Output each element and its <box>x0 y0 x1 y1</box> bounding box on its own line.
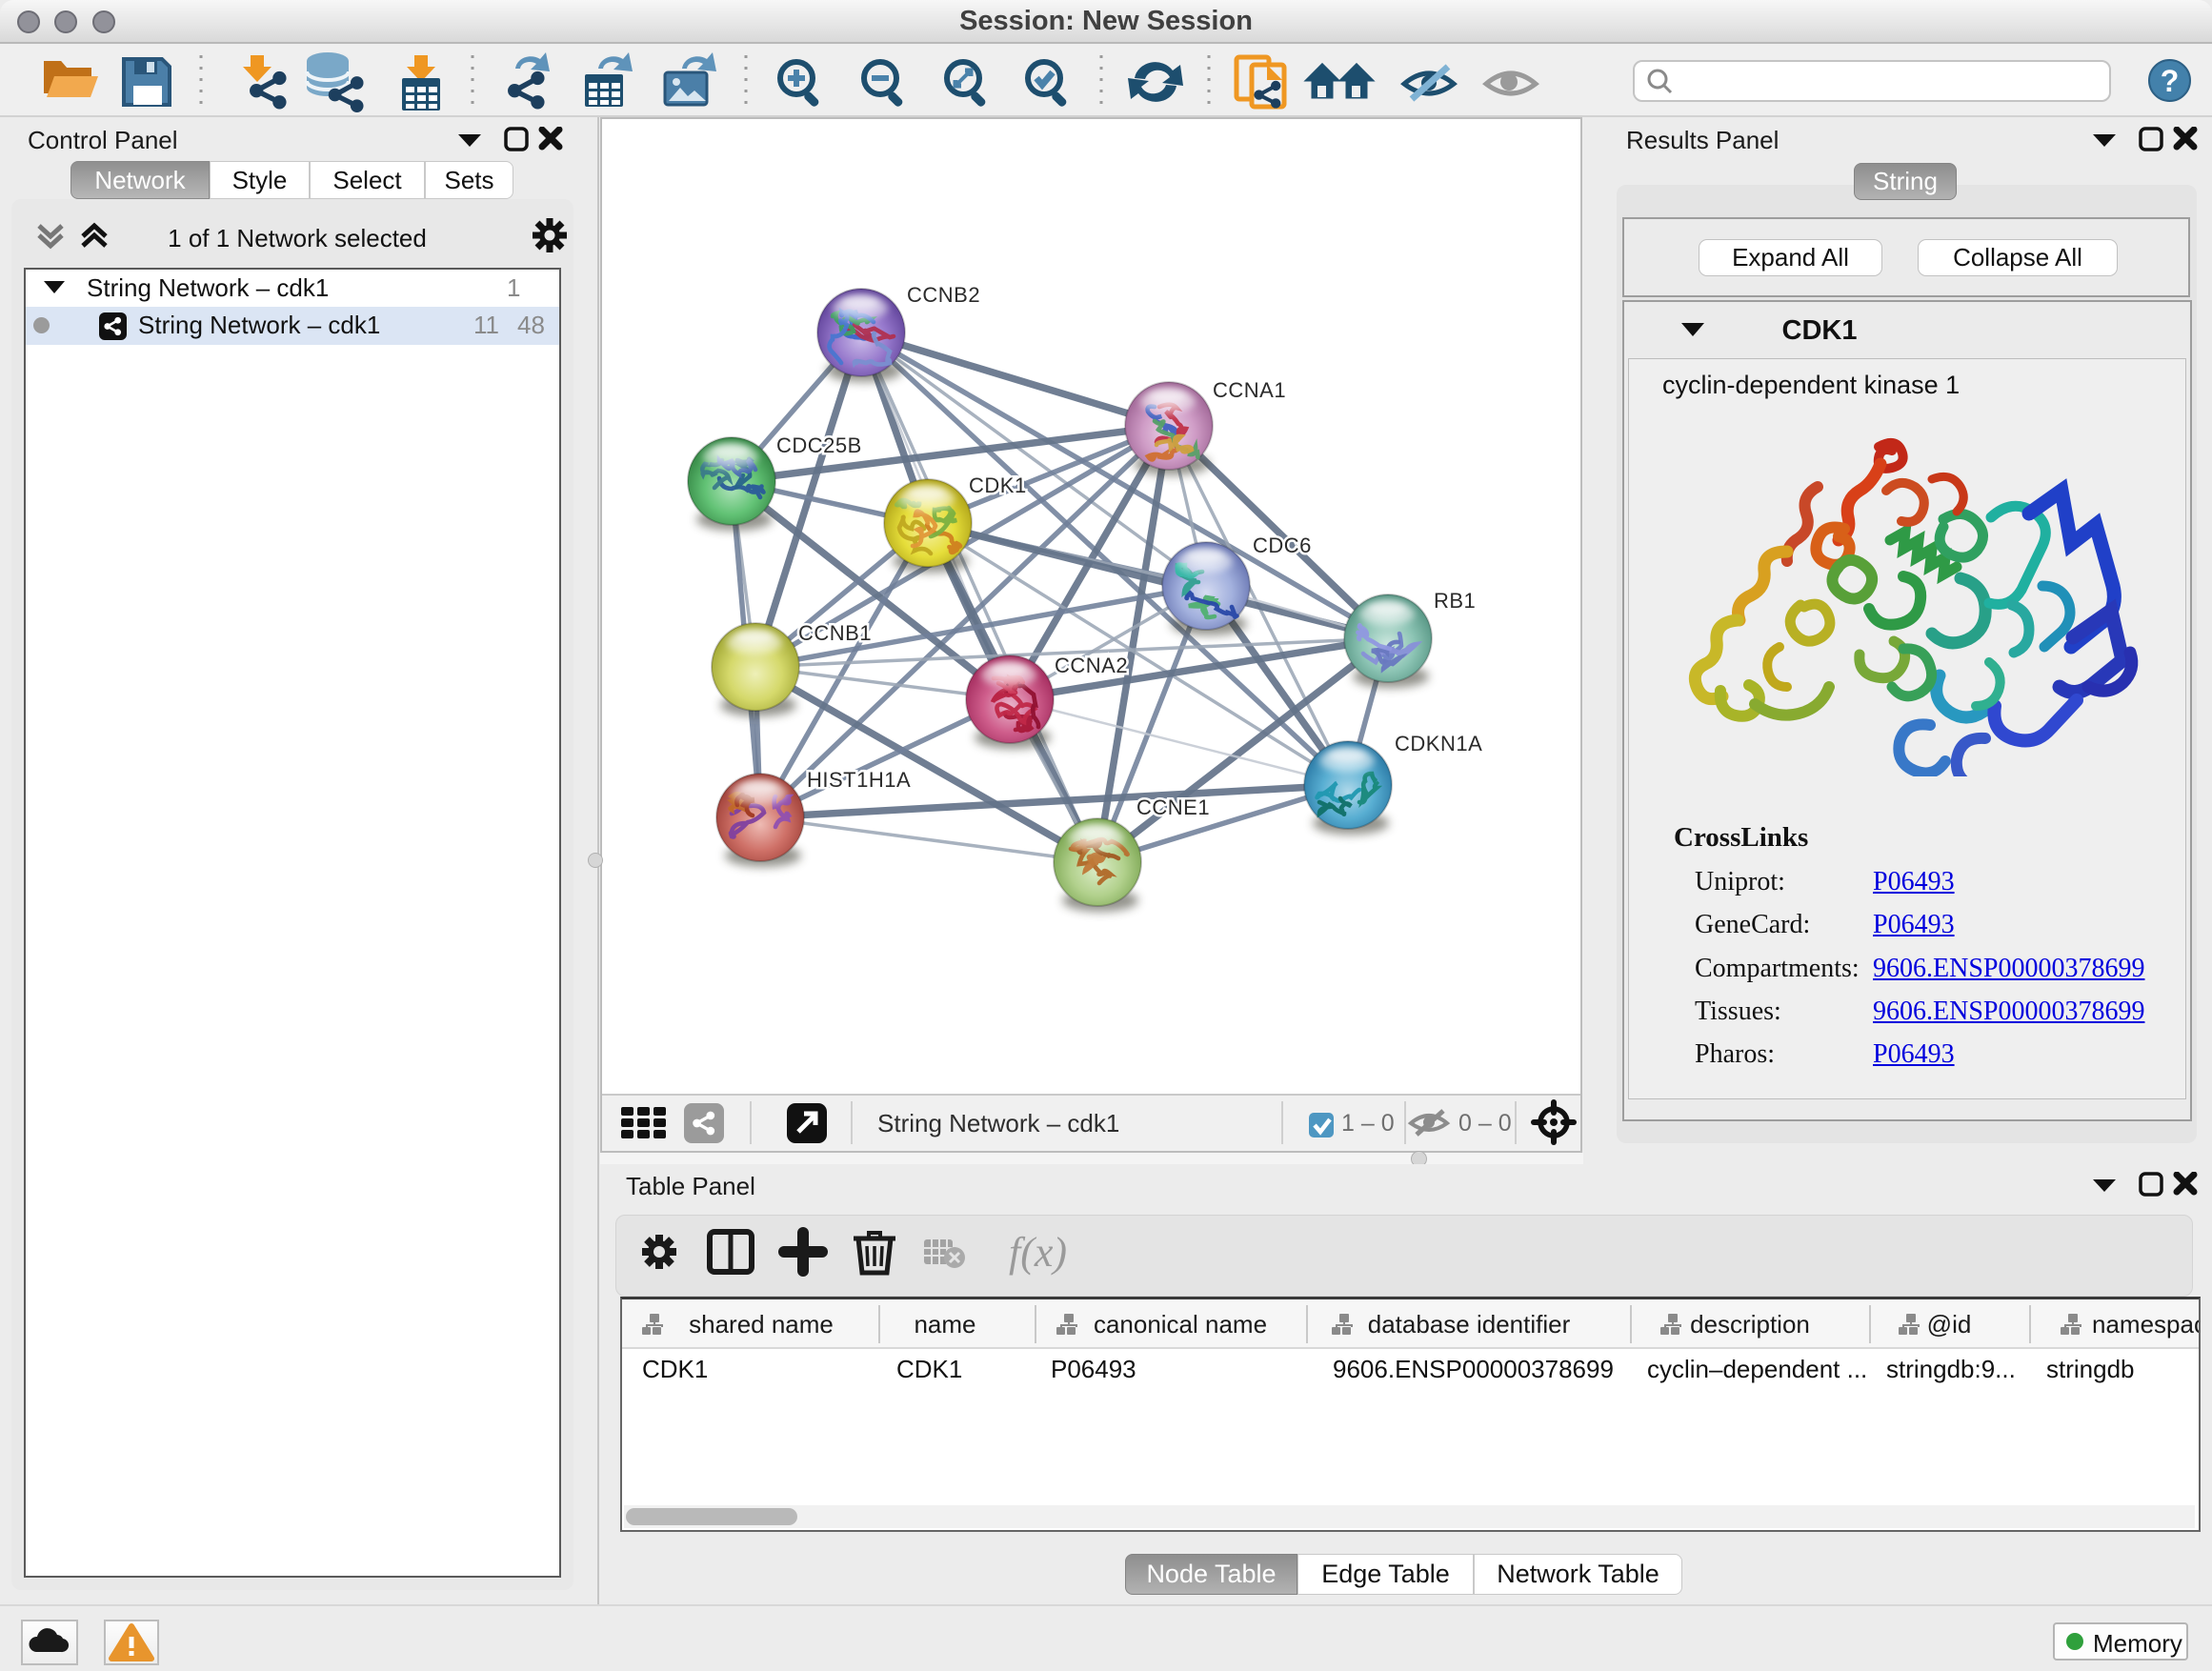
svg-text:CCNA1: CCNA1 <box>1213 378 1286 402</box>
svg-text:shared name: shared name <box>689 1310 834 1339</box>
svg-text:RB1: RB1 <box>1434 589 1476 613</box>
svg-text:String Network – cdk1: String Network – cdk1 <box>877 1109 1119 1137</box>
svg-text:description: description <box>1690 1310 1810 1339</box>
svg-text:CCNA2: CCNA2 <box>1055 654 1128 677</box>
svg-text:namespace: namespace <box>2092 1310 2199 1339</box>
svg-text:CDC25B: CDC25B <box>776 433 862 457</box>
svg-text:CDK1: CDK1 <box>969 473 1027 497</box>
svg-text:1 – 0: 1 – 0 <box>1341 1110 1395 1137</box>
svg-text:canonical name: canonical name <box>1094 1310 1267 1339</box>
svg-text:name: name <box>914 1310 975 1339</box>
svg-text:f(x): f(x) <box>1009 1229 1067 1276</box>
svg-text:CCNB1: CCNB1 <box>798 621 872 645</box>
svg-text:CDC6: CDC6 <box>1253 534 1312 557</box>
svg-text:@id: @id <box>1927 1310 1972 1339</box>
svg-text:database identifier: database identifier <box>1368 1310 1571 1339</box>
svg-text:CCNE1: CCNE1 <box>1136 795 1210 819</box>
svg-text:CCNB2: CCNB2 <box>907 283 980 307</box>
svg-text:0 – 0: 0 – 0 <box>1458 1110 1512 1137</box>
svg-text:HIST1H1A: HIST1H1A <box>807 768 911 792</box>
svg-text:CDKN1A: CDKN1A <box>1395 732 1482 755</box>
